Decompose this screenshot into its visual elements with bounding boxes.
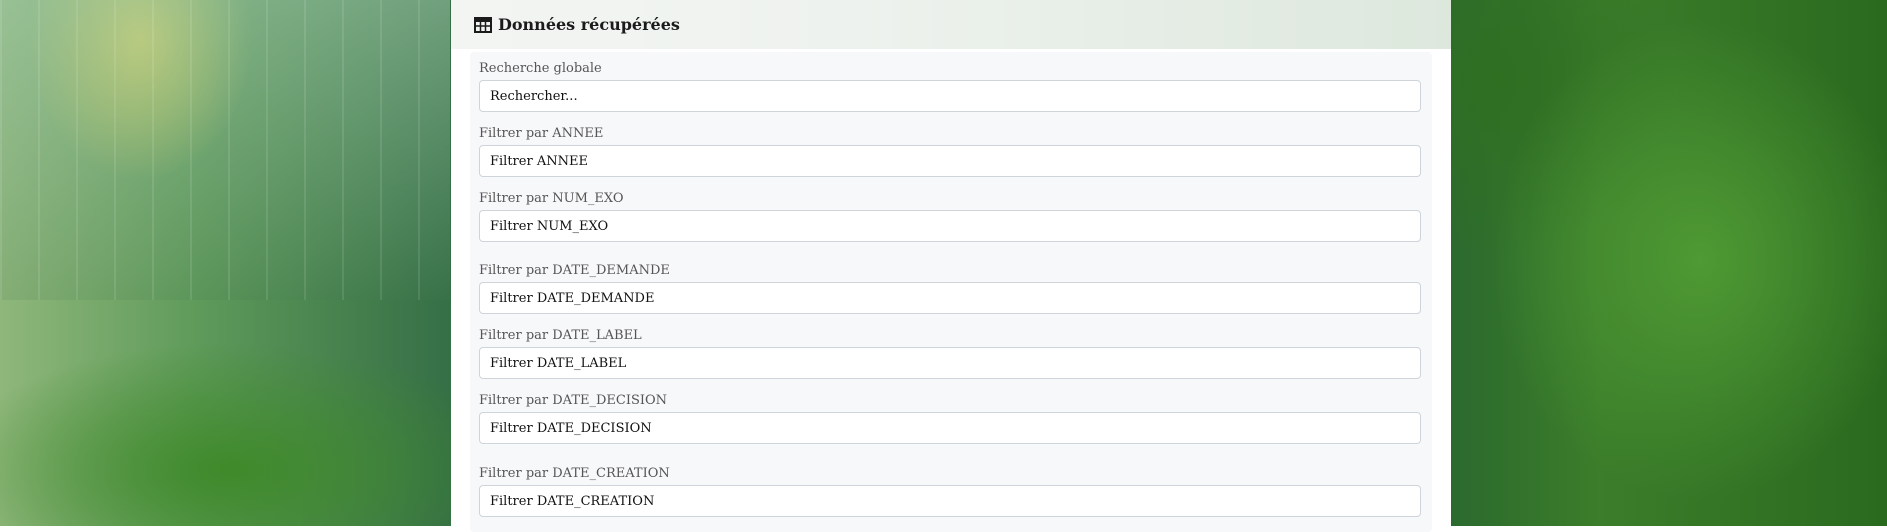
date-demande-filter-input[interactable] [479, 282, 1421, 314]
filter-form: Recherche globale Filtrer par ANNEE Filt… [470, 52, 1432, 532]
panel-title-text: Données récupérées [498, 15, 680, 34]
num-exo-filter-input[interactable] [479, 210, 1421, 242]
num-exo-filter-field: Filtrer par NUM_EXO [479, 190, 1421, 242]
date-demande-filter-label: Filtrer par DATE_DEMANDE [479, 263, 670, 278]
date-decision-filter-label: Filtrer par DATE_DECISION [479, 393, 668, 408]
date-creation-filter-field: Filtrer par DATE_CREATION [479, 465, 1421, 517]
panel-title: Données récupérées [474, 15, 680, 34]
annee-filter-label: Filtrer par ANNEE [479, 126, 604, 141]
date-label-filter-input[interactable] [479, 347, 1421, 379]
date-creation-filter-label: Filtrer par DATE_CREATION [479, 466, 670, 481]
background-building-glass [0, 0, 450, 300]
date-decision-filter-input[interactable] [479, 412, 1421, 444]
date-label-filter-label: Filtrer par DATE_LABEL [479, 328, 642, 343]
date-demande-filter-field: Filtrer par DATE_DEMANDE [479, 262, 1421, 314]
table-icon [474, 16, 492, 33]
num-exo-filter-label: Filtrer par NUM_EXO [479, 191, 624, 206]
annee-filter-input[interactable] [479, 145, 1421, 177]
global-search-field: Recherche globale [479, 60, 1421, 112]
date-label-filter-field: Filtrer par DATE_LABEL [479, 327, 1421, 379]
data-panel: Données récupérées Recherche globale Fil… [451, 0, 1451, 532]
date-creation-filter-input[interactable] [479, 485, 1421, 517]
date-decision-filter-field: Filtrer par DATE_DECISION [479, 392, 1421, 444]
panel-header: Données récupérées [451, 0, 1451, 49]
annee-filter-field: Filtrer par ANNEE [479, 125, 1421, 177]
global-search-label: Recherche globale [479, 61, 602, 76]
global-search-input[interactable] [479, 80, 1421, 112]
